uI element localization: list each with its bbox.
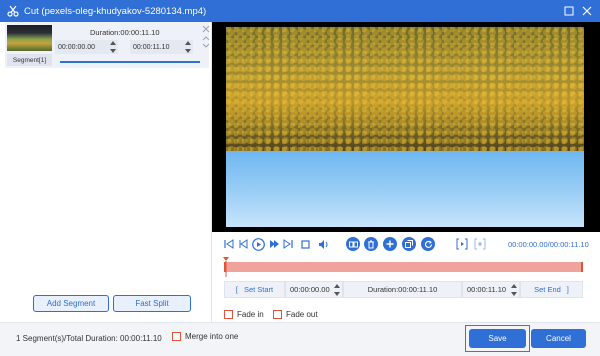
play-icon[interactable] (251, 237, 265, 251)
segment-start-field[interactable]: 00:00:00.00 (55, 40, 118, 54)
window-title: Cut (pexels-oleg-khudyakov-5280134.mp4) (24, 5, 207, 17)
current-time: 00:00:00.00 (508, 240, 548, 249)
fade-out-checkbox[interactable]: Fade out (273, 308, 318, 320)
start-time-stepper[interactable] (334, 284, 340, 296)
segment-duration: Duration:00:00:11.10 (90, 28, 160, 37)
fade-in-checkbox[interactable]: Fade in (224, 308, 264, 320)
range-duration: Duration:00:00:11.10 (343, 281, 462, 298)
merge-checkbox[interactable]: Merge into one (172, 332, 238, 341)
set-start-label: Set Start (243, 285, 274, 294)
duplicate-icon[interactable] (402, 237, 416, 251)
segment-panel: Segment[1] Duration:00:00:11.10 00:00:00… (0, 22, 212, 322)
start-time-value: 00:00:00.00 (290, 285, 330, 294)
checkbox-icon[interactable] (172, 332, 181, 341)
footer-bar: 1 Segment(s)/Total Duration: 00:00:11.10… (0, 322, 600, 356)
reorder-chevron-icon[interactable] (201, 35, 211, 49)
start-time-field[interactable]: 00:00:00.00 (285, 281, 343, 298)
segment-card[interactable]: Segment[1] Duration:00:00:11.10 00:00:00… (5, 22, 211, 68)
snap-start-icon[interactable] (455, 237, 469, 251)
scissors-icon (6, 4, 20, 18)
title-bar: Cut (pexels-oleg-khudyakov-5280134.mp4) (0, 0, 600, 22)
bracket-right-icon: ] (566, 285, 569, 294)
bracket-left-icon: [ (235, 285, 238, 294)
end-time-stepper[interactable] (511, 284, 517, 296)
set-start-button[interactable]: [ Set Start (224, 281, 285, 298)
down-arrow-icon[interactable] (185, 49, 191, 53)
remove-segment-icon[interactable] (201, 24, 211, 34)
segment-end-field[interactable]: 00:00:11.10 (130, 40, 193, 54)
cut-window: Cut (pexels-oleg-khudyakov-5280134.mp4) … (0, 0, 600, 356)
set-end-button[interactable]: Set End ] (520, 281, 583, 298)
playback-controls: 00:00:00.00/00:00:11.10 (222, 236, 592, 252)
sky (226, 151, 584, 227)
save-button[interactable]: Save (469, 329, 526, 348)
segment-summary: 1 Segment(s)/Total Duration: 00:00:11.10 (16, 334, 162, 343)
end-time-value: 00:00:11.10 (467, 285, 507, 294)
trim-timeline[interactable] (223, 257, 583, 277)
cancel-button[interactable]: Cancel (531, 329, 586, 348)
end-time-field[interactable]: 00:00:11.10 (462, 281, 520, 298)
down-arrow-icon[interactable] (334, 292, 340, 296)
down-arrow-icon[interactable] (110, 49, 116, 53)
video-frame (226, 27, 584, 227)
fast-split-button[interactable]: Fast Split (113, 295, 191, 312)
set-end-label: Set End (534, 285, 561, 294)
range-controls: [ Set Start 00:00:00.00 Duration:00:00:1… (224, 281, 583, 298)
sunflower-field (226, 27, 584, 151)
time-display: 00:00:00.00/00:00:11.10 (508, 240, 589, 249)
delete-icon[interactable] (364, 237, 378, 251)
merge-label: Merge into one (185, 332, 239, 341)
restore-icon[interactable] (562, 4, 576, 18)
add-segment-button[interactable]: Add Segment (33, 295, 109, 312)
end-stepper[interactable] (185, 41, 191, 53)
range-duration-text: Duration:00:00:11.10 (367, 285, 438, 294)
reset-icon[interactable] (421, 237, 435, 251)
segment-end-value: 00:00:11.10 (133, 43, 170, 51)
up-arrow-icon[interactable] (511, 284, 517, 288)
total-time: /00:00:11.10 (547, 240, 589, 249)
skip-start-icon[interactable] (222, 237, 236, 251)
segment-progress-bar (60, 61, 200, 63)
video-preview (212, 22, 600, 232)
up-arrow-icon[interactable] (110, 41, 116, 45)
checkbox-icon[interactable] (273, 309, 282, 319)
down-arrow-icon[interactable] (511, 292, 517, 296)
fade-out-label: Fade out (286, 309, 318, 319)
up-arrow-icon[interactable] (334, 284, 340, 288)
frame-back-icon[interactable] (236, 237, 250, 251)
up-arrow-icon[interactable] (185, 41, 191, 45)
playhead-marker[interactable] (223, 257, 229, 277)
volume-icon[interactable] (316, 237, 330, 251)
stop-icon[interactable] (298, 237, 312, 251)
segment-thumbnail (7, 25, 52, 51)
add-icon[interactable] (383, 237, 397, 251)
frame-forward-icon[interactable] (267, 237, 281, 251)
checkbox-icon[interactable] (224, 309, 233, 319)
close-icon[interactable] (580, 4, 594, 18)
segment-start-value: 00:00:00.00 (58, 43, 95, 51)
fade-in-label: Fade in (237, 309, 264, 319)
segment-label: Segment[1] (7, 54, 52, 66)
skip-end-icon[interactable] (281, 237, 295, 251)
snap-end-icon[interactable] (473, 237, 487, 251)
segment-copy-icon[interactable] (346, 237, 360, 251)
start-stepper[interactable] (110, 41, 116, 53)
